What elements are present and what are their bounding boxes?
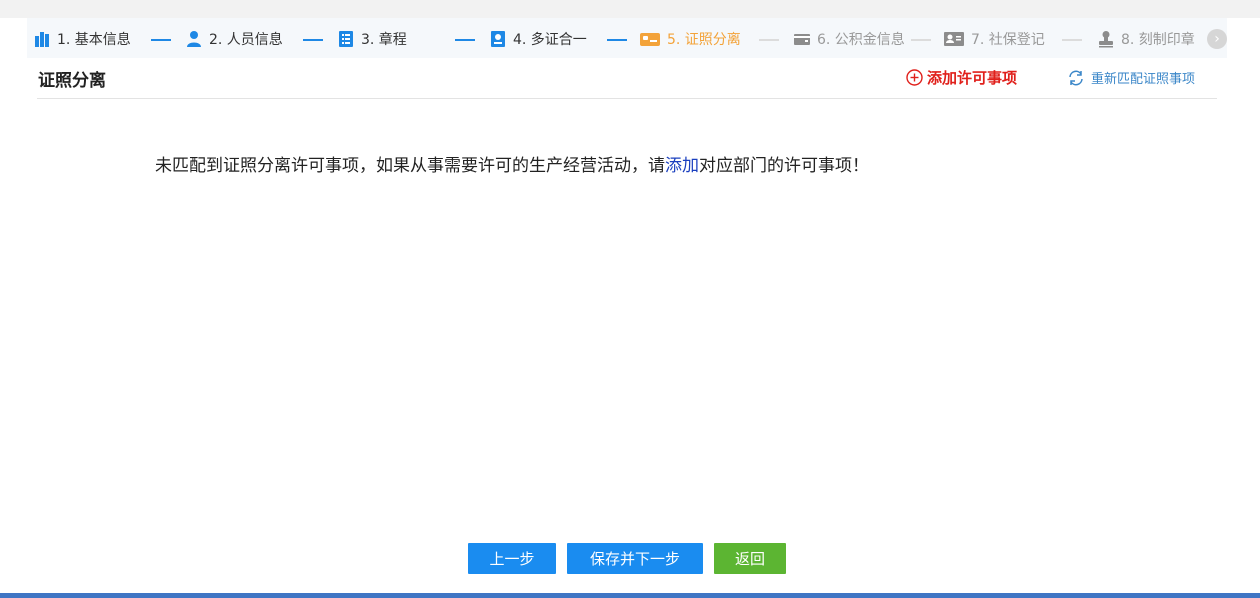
step-seal-engraving[interactable]: 8. 刻制印章 [1097, 29, 1195, 49]
section-divider [37, 98, 1217, 99]
step-social-security[interactable]: 7. 社保登记 [943, 29, 1045, 49]
step-connector [303, 39, 323, 41]
step-basic-info[interactable]: 1. 基本信息 [33, 29, 131, 49]
message-text-after: 对应部门的许可事项！ [699, 156, 869, 176]
card-icon [639, 30, 661, 48]
save-and-next-button[interactable]: 保存并下一步 [567, 543, 703, 574]
person-icon [185, 30, 203, 48]
step-connector [759, 39, 779, 41]
add-permit-button[interactable]: 添加许可事项 [906, 67, 1017, 88]
bottom-bar [0, 593, 1260, 598]
plus-circle-icon [906, 69, 923, 86]
step-connector [151, 39, 171, 41]
step-articles[interactable]: 3. 章程 [337, 29, 407, 49]
refresh-icon [1067, 69, 1085, 87]
step-housing-fund[interactable]: 6. 公积金信息 [793, 29, 905, 49]
message-text-before: 未匹配到证照分离许可事项，如果从事需要许可的生产经营活动，请 [155, 156, 665, 176]
no-match-message: 未匹配到证照分离许可事项，如果从事需要许可的生产经营活动，请添加对应部门的许可事… [155, 151, 869, 176]
step-connector [455, 39, 475, 41]
list-icon [337, 30, 355, 48]
step-label: 3. 章程 [361, 32, 407, 48]
step-multi-cert[interactable]: 4. 多证合一 [489, 29, 587, 49]
previous-step-button[interactable]: 上一步 [468, 543, 556, 574]
top-strip [0, 0, 1260, 18]
building-icon [33, 30, 51, 48]
step-license-separation[interactable]: 5. 证照分离 [639, 29, 741, 49]
step-label: 1. 基本信息 [57, 32, 131, 48]
stamp-icon [1097, 30, 1115, 48]
step-label: 7. 社保登记 [971, 32, 1045, 48]
step-progress-bar: 1. 基本信息 2. 人员信息 3. 章程 4. 多证合一 5. 证照分离 6.… [27, 18, 1227, 58]
back-button[interactable]: 返回 [714, 543, 786, 574]
badge-icon [489, 30, 507, 48]
step-label: 2. 人员信息 [209, 32, 283, 48]
rematch-permits-button[interactable]: 重新匹配证照事项 [1067, 68, 1195, 87]
step-label: 5. 证照分离 [667, 32, 741, 48]
page-title: 证照分离 [38, 71, 106, 91]
step-label: 6. 公积金信息 [817, 32, 905, 48]
next-arrow-icon[interactable]: › [1207, 29, 1227, 49]
step-connector [607, 39, 627, 41]
step-personnel-info[interactable]: 2. 人员信息 [185, 29, 283, 49]
rematch-label: 重新匹配证照事项 [1091, 72, 1196, 87]
id-card-icon [943, 30, 965, 48]
add-permit-label: 添加许可事项 [927, 69, 1018, 87]
step-label: 4. 多证合一 [513, 32, 587, 48]
step-connector [1062, 39, 1082, 41]
step-label: 8. 刻制印章 [1121, 32, 1195, 48]
wallet-icon [793, 30, 811, 48]
add-permit-link[interactable]: 添加 [665, 156, 699, 176]
step-connector [911, 39, 931, 41]
